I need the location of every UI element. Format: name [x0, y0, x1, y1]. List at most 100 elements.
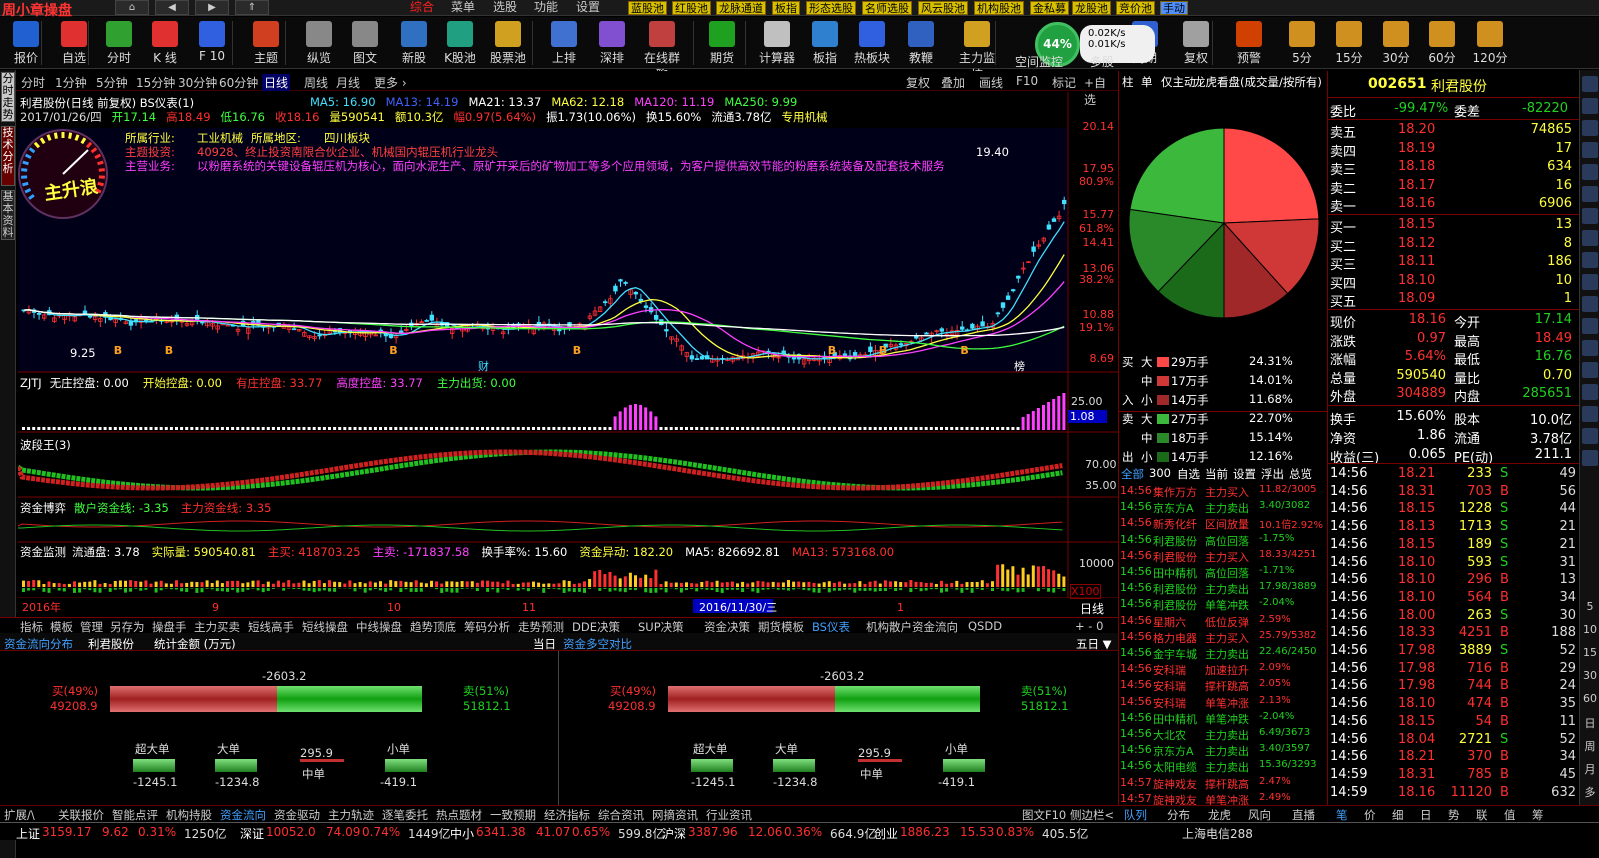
side-tool-icon[interactable] — [1582, 428, 1598, 444]
bottom-tab-12[interactable]: 网摘资讯 — [652, 807, 698, 823]
index-name[interactable]: 中小 — [450, 825, 474, 842]
side-period-3[interactable]: 30 — [1582, 669, 1598, 682]
bottom-tab-13[interactable]: 行业资讯 — [706, 807, 752, 823]
quote-tab-3[interactable]: 日 — [1420, 807, 1432, 823]
index-name[interactable]: 沪深 — [662, 825, 686, 842]
bottom-tab-2[interactable]: 智能点评 — [112, 807, 158, 823]
side-tab-3[interactable]: 分布 — [1167, 807, 1190, 823]
news-stock[interactable]: 集作万方 — [1153, 484, 1197, 500]
index-name[interactable]: 深证 — [240, 825, 264, 842]
index-name[interactable]: 创业 — [874, 825, 898, 842]
news-stock[interactable]: 利君股份 — [1153, 549, 1197, 565]
news-stock[interactable]: 利君股份 — [1153, 533, 1197, 549]
news-stock[interactable]: 利君股份 — [1153, 597, 1197, 613]
side-period-6[interactable]: 周 — [1582, 738, 1598, 754]
tool-13[interactable]: 在线群聊 — [640, 19, 684, 82]
news-stock[interactable]: 格力电器 — [1153, 630, 1197, 646]
pool-tag-8[interactable]: 金私募 — [1030, 1, 1069, 15]
news-stock[interactable]: 太阳电缆 — [1153, 759, 1197, 775]
bottom-tab-5[interactable]: 资金驱动 — [274, 807, 320, 823]
tool-18[interactable]: 教鞭 — [899, 19, 943, 69]
side-tool-icon[interactable] — [1582, 274, 1598, 290]
pool-tag-7[interactable]: 机构股池 — [974, 1, 1024, 15]
tool-space-monitor[interactable]: 空间监控 — [1015, 53, 1063, 70]
news-tab-0[interactable]: 全部 — [1121, 466, 1144, 482]
tool-17[interactable]: 热板块 — [850, 19, 894, 69]
side-tool-icon[interactable] — [1582, 318, 1598, 334]
news-stock[interactable]: 田中精机 — [1153, 711, 1197, 727]
bottom-tab-1[interactable]: 关联报价 — [58, 807, 104, 823]
menu-2[interactable]: 选股 — [493, 0, 517, 15]
pool-tag-10[interactable]: 竞价池 — [1116, 1, 1155, 15]
pool-tag-0[interactable]: 蓝股池 — [628, 1, 667, 15]
side-period-0[interactable]: 5 — [1582, 600, 1598, 613]
news-stock[interactable]: 旋神戏友 — [1153, 776, 1197, 792]
news-stock[interactable]: 京东方A — [1153, 500, 1194, 516]
side-tab-4[interactable]: 龙虎 — [1208, 807, 1231, 823]
tool-11[interactable]: 上排 — [542, 19, 586, 69]
tool-29[interactable]: 120分 — [1468, 19, 1512, 69]
chart-tool-2[interactable]: 画线 — [979, 74, 1003, 91]
chart-tool-3[interactable]: F10 — [1016, 74, 1038, 88]
news-tab-4[interactable]: 设置 — [1233, 466, 1256, 482]
side-tool-icon[interactable] — [1582, 208, 1598, 224]
zoom-in-button[interactable]: + - 0 — [1075, 619, 1103, 633]
flow-compare-period[interactable]: 五日 ▼ — [1076, 636, 1112, 652]
bottom-tab-8[interactable]: 热点题材 — [436, 807, 482, 823]
side-period-4[interactable]: 60 — [1582, 692, 1598, 705]
news-stock[interactable]: 利君股份 — [1153, 581, 1197, 597]
pool-tag-11[interactable]: 手动 — [1160, 1, 1188, 15]
tab-fundamental[interactable]: 基本资料 — [1, 190, 15, 240]
bottom-tab-11[interactable]: 综合资讯 — [598, 807, 644, 823]
flow-period[interactable]: 当日 — [533, 636, 556, 652]
tool-26[interactable]: 15分 — [1327, 19, 1371, 69]
bottom-tab-0[interactable]: 扩展/\ — [4, 807, 35, 823]
side-tool-icon[interactable] — [1582, 340, 1598, 356]
side-tool-icon[interactable] — [1582, 406, 1598, 422]
period-0[interactable]: 分时 — [21, 74, 45, 91]
tool-6[interactable]: 纵览 — [297, 19, 341, 69]
tool-14[interactable]: 期货 — [700, 19, 744, 69]
pool-tag-5[interactable]: 名师选股 — [862, 1, 912, 15]
news-tab-1[interactable]: 300 — [1149, 466, 1171, 480]
bottom-tab-4[interactable]: 资金流向 — [220, 807, 266, 823]
pool-tag-1[interactable]: 红股池 — [672, 1, 711, 15]
side-tool-icon[interactable] — [1582, 142, 1598, 158]
tool-9[interactable]: K股池 — [438, 19, 482, 69]
menu-1[interactable]: 菜单 — [451, 0, 475, 15]
side-tool-icon[interactable] — [1582, 296, 1598, 312]
pool-tag-9[interactable]: 龙股池 — [1072, 1, 1111, 15]
bottom-tab-7[interactable]: 逐笔委托 — [382, 807, 428, 823]
period-6[interactable]: 日线 — [262, 74, 291, 91]
bottom-tab-10[interactable]: 经济指标 — [544, 807, 590, 823]
bottom-tab-9[interactable]: 一致预期 — [490, 807, 536, 823]
tool-12[interactable]: 深排 — [590, 19, 634, 69]
quote-tab-2[interactable]: 细 — [1392, 807, 1404, 823]
side-tab-2[interactable]: 队列 — [1124, 807, 1147, 823]
quote-tab-7[interactable]: 筹 — [1532, 807, 1544, 823]
quote-tab-6[interactable]: 值 — [1504, 807, 1516, 823]
pool-tag-6[interactable]: 风云股池 — [918, 1, 968, 15]
tool-19[interactable]: 主力监控 — [955, 19, 999, 82]
period-8[interactable]: 月线 — [336, 74, 360, 91]
side-tool-icon[interactable] — [1582, 450, 1598, 466]
chart-tool-1[interactable]: 叠加 — [941, 74, 965, 91]
side-tool-icon[interactable] — [1582, 120, 1598, 136]
quote-tab-5[interactable]: 联 — [1476, 807, 1488, 823]
pool-tag-2[interactable]: 龙脉通道 — [716, 1, 766, 15]
period-9[interactable]: 更多 › — [374, 74, 407, 91]
side-tool-icon[interactable] — [1582, 230, 1598, 246]
menu-0[interactable]: 综合 — [410, 0, 434, 15]
dt-header-2[interactable]: 仅主动 — [1161, 74, 1196, 90]
period-1[interactable]: 1分钟 — [55, 74, 87, 91]
tool-15[interactable]: 计算器 — [755, 19, 799, 69]
side-period-1[interactable]: 10 — [1582, 623, 1598, 636]
back-icon[interactable]: ◀ — [155, 0, 189, 15]
side-tool-icon[interactable] — [1582, 384, 1598, 400]
quote-tab-1[interactable]: 价 — [1364, 807, 1376, 823]
menu-4[interactable]: 设置 — [576, 0, 600, 15]
dt-header-3[interactable]: 龙虎看盘(成交量/按所有) — [1194, 74, 1322, 90]
chart-tool-0[interactable]: 复权 — [906, 74, 930, 91]
tool-5[interactable]: 主题 — [244, 19, 288, 69]
home-icon[interactable]: ⌂ — [115, 0, 149, 15]
